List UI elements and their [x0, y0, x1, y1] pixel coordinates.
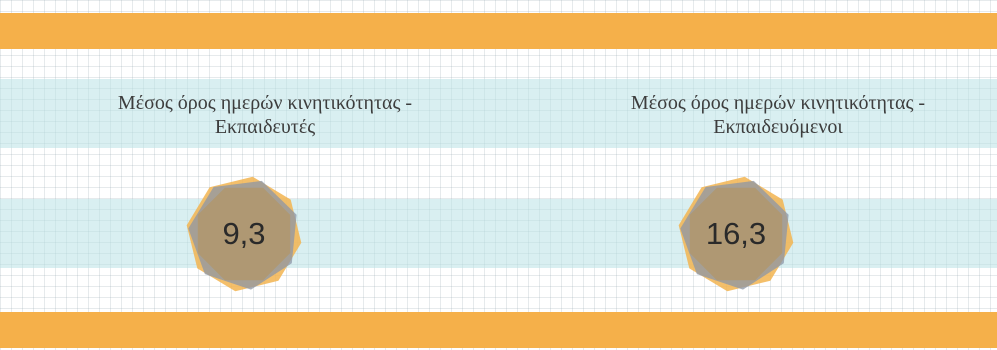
panel-trainees: Μέσος όρος ημερών κινητικότητας - Εκπαιδ…: [553, 91, 997, 139]
badge-value: 9,3: [222, 216, 266, 251]
panel-trainers: Μέσος όρος ημερών κινητικότητας - Εκπαιδ…: [40, 91, 490, 139]
panel-title-line1: Μέσος όρος ημερών κινητικότητας -: [117, 92, 413, 114]
value-band: [0, 199, 997, 268]
panel-title-line2: Εκπαιδευτές: [214, 116, 316, 138]
value-badge-trainees: 16,3: [674, 172, 798, 296]
badge-value: 16,3: [705, 216, 767, 251]
panel-title-line2: Εκπαιδευόμενοι: [713, 116, 843, 138]
panel-title: Μέσος όρος ημερών κινητικότητας - Εκπαιδ…: [40, 91, 490, 139]
bottom-orange-bar: [0, 312, 997, 348]
panel-title-line1: Μέσος όρος ημερών κινητικότητας -: [630, 92, 926, 114]
value-badge-trainers: 9,3: [182, 172, 306, 296]
panel-title: Μέσος όρος ημερών κινητικότητας - Εκπαιδ…: [553, 91, 997, 139]
top-orange-bar: [0, 13, 997, 49]
